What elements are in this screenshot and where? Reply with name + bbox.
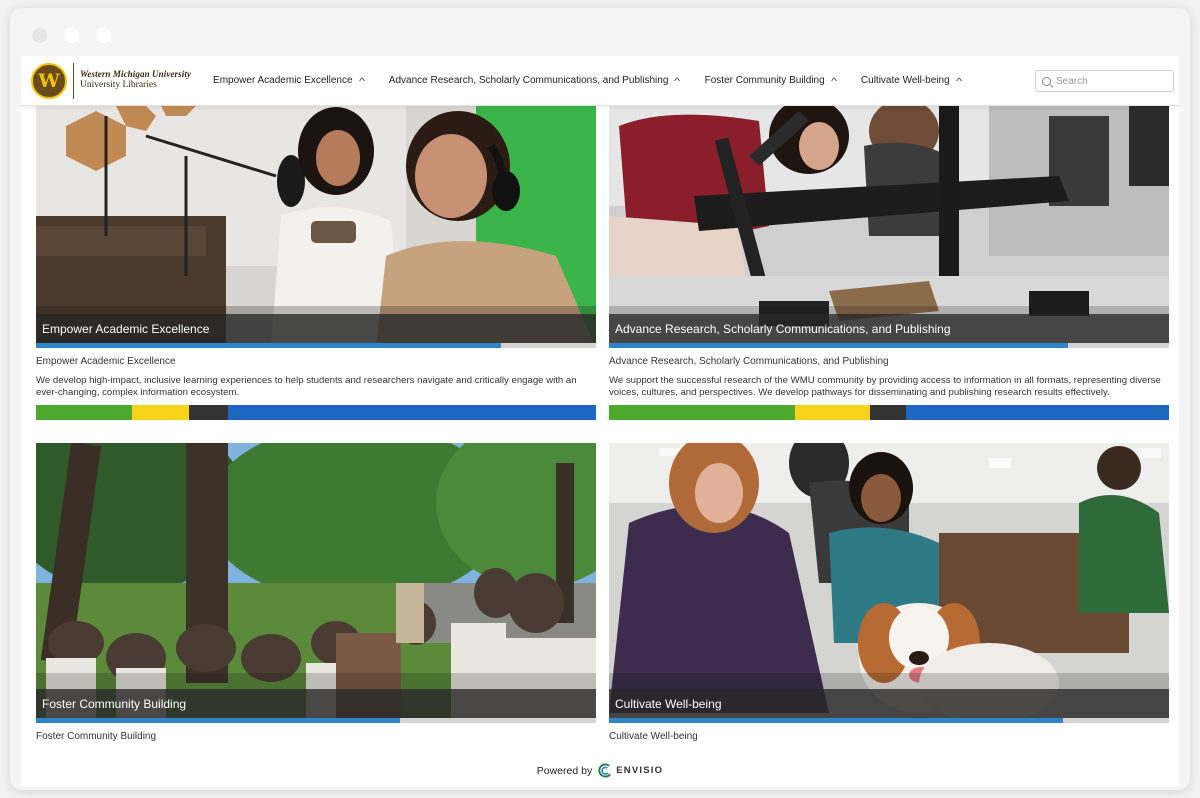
therapy-dog-photo: [609, 443, 1169, 723]
nav-item-label: Empower Academic Excellence: [213, 75, 353, 86]
nav-foster-community-building[interactable]: Foster Community Building ^: [704, 75, 837, 86]
card-cultivate-well-being[interactable]: Cultivate Well-being Cultivate Well-bein…: [609, 443, 1169, 742]
card-empower-academic-excellence[interactable]: Empower Academic Excellence Empower Acad…: [36, 106, 596, 420]
search-icon: [1042, 76, 1051, 86]
nav-item-label: Advance Research, Scholarly Communicatio…: [388, 75, 669, 86]
card-title[interactable]: Advance Research, Scholarly Communicatio…: [609, 356, 1169, 367]
window-close-button[interactable]: [32, 28, 47, 43]
status-segment[interactable]: [132, 404, 190, 420]
progress-track: [609, 343, 1169, 348]
chevron-up-icon: ^: [674, 75, 681, 86]
card-caption: Cultivate Well-being: [609, 689, 1169, 718]
wmu-logo-mark: W: [31, 62, 67, 99]
card-caption: Advance Research, Scholarly Communicatio…: [609, 314, 1169, 343]
status-segment[interactable]: [795, 404, 870, 420]
card-description: We develop high-impact, inclusive learni…: [36, 375, 577, 398]
progress-fill: [36, 718, 400, 723]
nav-item-label: Cultivate Well-being: [860, 75, 950, 86]
status-segment[interactable]: [609, 404, 796, 420]
status-segment[interactable]: [189, 404, 228, 420]
status-segment[interactable]: [906, 404, 1169, 420]
card-title[interactable]: Empower Academic Excellence: [36, 356, 596, 367]
progress-fill: [36, 343, 501, 348]
window-maximize-button[interactable]: [96, 28, 111, 43]
card-image[interactable]: Cultivate Well-being: [609, 443, 1169, 723]
outdoor-tour-photo: [36, 443, 596, 723]
wmu-logo[interactable]: W Western Michigan University University…: [31, 62, 192, 99]
nav-empower-academic-excellence[interactable]: Empower Academic Excellence ^: [213, 75, 365, 86]
status-bar[interactable]: [609, 404, 1169, 420]
status-segment[interactable]: [227, 404, 596, 420]
status-bar[interactable]: [36, 404, 596, 420]
progress-track: [36, 343, 596, 348]
chevron-up-icon: ^: [358, 75, 365, 86]
window-minimize-button[interactable]: [64, 28, 79, 43]
envisio-brand[interactable]: ENVISIO: [616, 765, 663, 776]
scanning-lab-photo: [609, 106, 1169, 348]
powered-by-label: Powered by: [536, 764, 593, 777]
logo-libraries-name: University Libraries: [80, 80, 157, 91]
nav-advance-research[interactable]: Advance Research, Scholarly Communicatio…: [388, 75, 681, 86]
card-title[interactable]: Cultivate Well-being: [609, 731, 1169, 742]
card-foster-community-building[interactable]: Foster Community Building Foster Communi…: [36, 443, 596, 742]
window-controls: [32, 28, 111, 43]
card-image[interactable]: Foster Community Building: [36, 443, 596, 723]
page: W Western Michigan University University…: [21, 56, 1179, 786]
progress-track: [36, 718, 596, 723]
card-image[interactable]: Advance Research, Scholarly Communicatio…: [609, 106, 1169, 348]
status-segment[interactable]: [36, 404, 133, 420]
card-advance-research[interactable]: Advance Research, Scholarly Communicatio…: [609, 106, 1169, 420]
card-description: We support the successful research of th…: [609, 375, 1161, 398]
status-segment[interactable]: [869, 404, 907, 420]
logo-text: Western Michigan University University L…: [80, 69, 192, 91]
card-title[interactable]: Foster Community Building: [36, 731, 596, 742]
card-image[interactable]: Empower Academic Excellence: [36, 106, 596, 348]
chevron-up-icon: ^: [955, 75, 962, 86]
podcast-studio-photo: [36, 106, 596, 348]
progress-track: [609, 718, 1169, 723]
card-caption: Foster Community Building: [36, 689, 596, 718]
envisio-logo-icon: [598, 763, 612, 778]
logo-university-name: Western Michigan University: [80, 69, 192, 80]
progress-fill: [609, 343, 1069, 348]
progress-fill: [609, 718, 1063, 723]
search-input[interactable]: [1056, 75, 1156, 87]
search-box[interactable]: [1035, 70, 1174, 92]
nav-cultivate-well-being[interactable]: Cultivate Well-being ^: [860, 75, 962, 86]
footer: Powered by ENVISIO: [21, 763, 1179, 778]
nav-item-label: Foster Community Building: [704, 75, 825, 86]
site-header: W Western Michigan University University…: [21, 56, 1179, 106]
card-caption: Empower Academic Excellence: [36, 314, 596, 343]
logo-divider: [73, 62, 74, 99]
main-nav: Empower Academic Excellence ^ Advance Re…: [213, 75, 986, 86]
chevron-up-icon: ^: [830, 75, 837, 86]
